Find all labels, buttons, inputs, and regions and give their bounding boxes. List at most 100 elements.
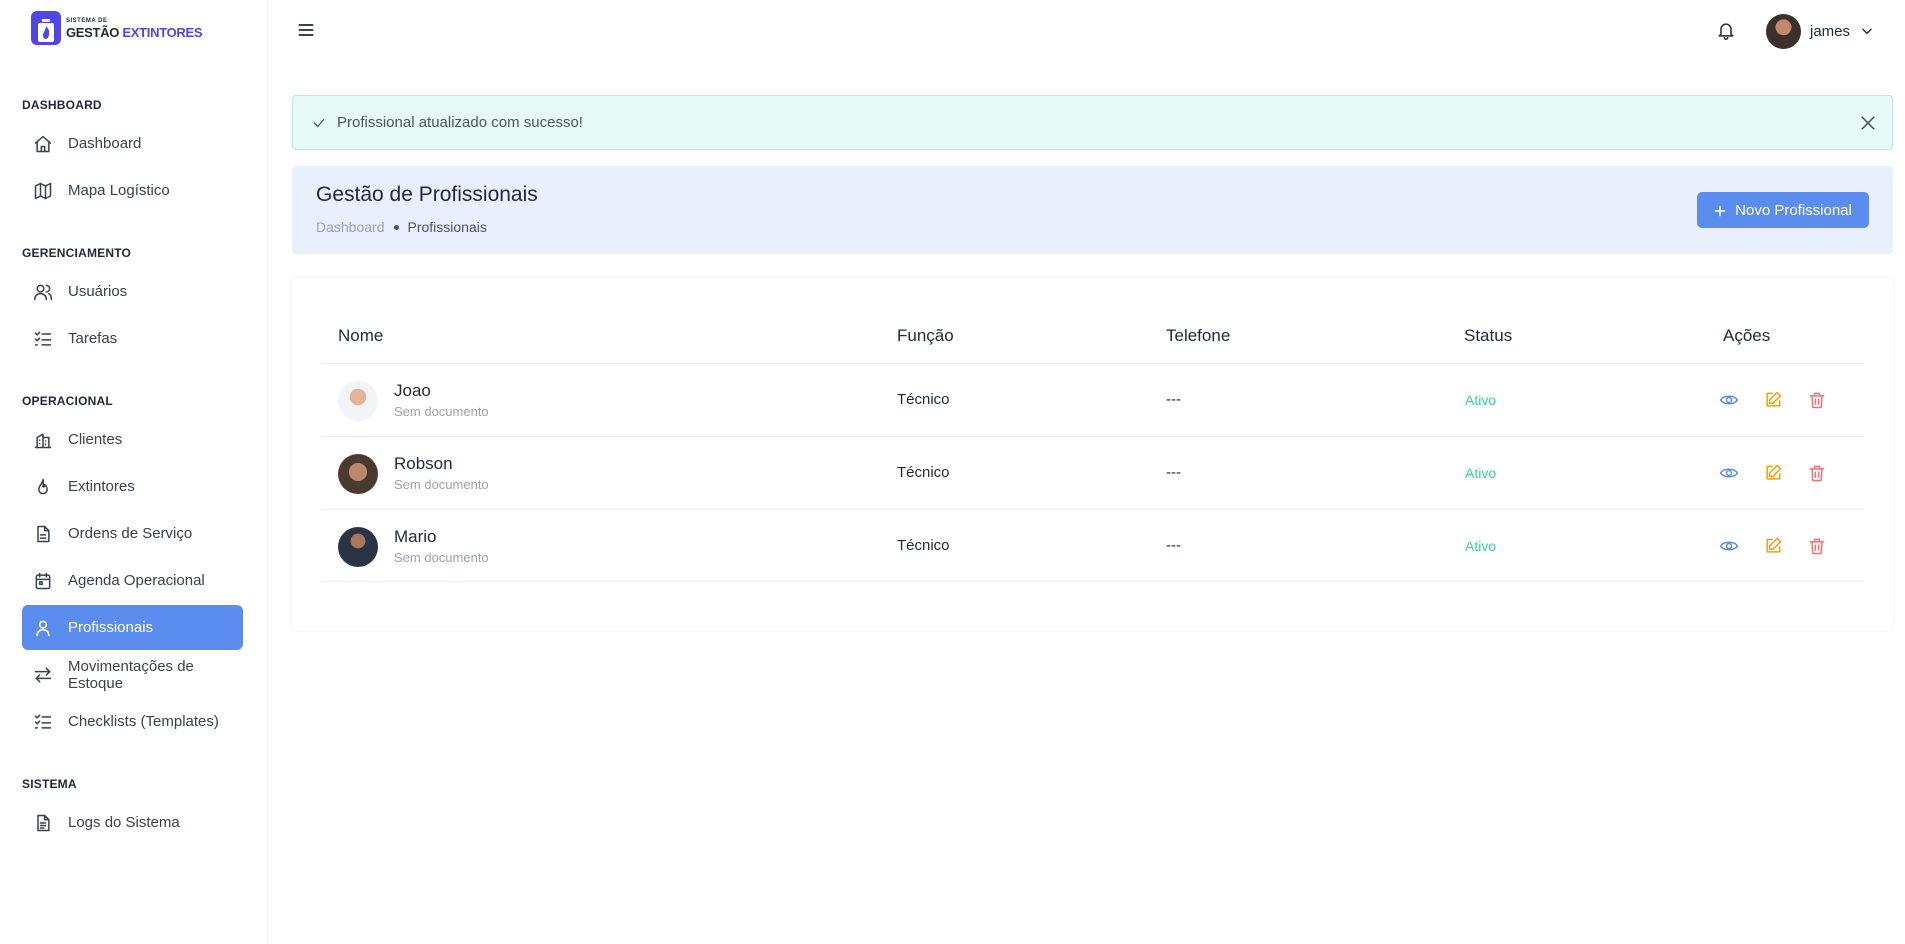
breadcrumb-separator (393, 224, 399, 230)
sidebar-item-label: Extintores (68, 478, 135, 495)
column-header-nome: Nome (338, 326, 384, 345)
delete-trash-icon[interactable] (1807, 536, 1827, 556)
breadcrumb-current: Profissionais (407, 219, 487, 235)
new-professional-label: Novo Profissional (1735, 201, 1852, 219)
page-header: Gestão de Profissionais Dashboard Profis… (292, 166, 1893, 254)
sidebar-item-label: Agenda Operacional (68, 572, 205, 589)
avatar (1766, 13, 1801, 49)
table-row: Robson Sem documento Técnico --- Ativo (321, 436, 1864, 509)
new-professional-button[interactable]: Novo Profissional (1697, 192, 1869, 228)
sidebar-item-label: Dashboard (68, 135, 142, 152)
sidebar-item-usuarios[interactable]: Usuários (22, 269, 243, 314)
sidebar-item-profissionais[interactable]: Profissionais (22, 605, 243, 650)
delete-trash-icon[interactable] (1807, 463, 1827, 483)
sidebar: SISTEMA DE GESTÃO EXTINTORES DASHBOARD D… (0, 0, 268, 944)
view-eye-icon[interactable] (1719, 390, 1739, 410)
arrows-icon (33, 665, 53, 685)
column-header-status: Status (1464, 326, 1513, 345)
table-row: Joao Sem documento Técnico --- Ativo (321, 363, 1864, 436)
menu-toggle-icon[interactable] (296, 20, 316, 40)
user-icon (33, 618, 53, 638)
avatar (338, 527, 378, 567)
sidebar-item-clientes[interactable]: Clientes (22, 417, 243, 462)
section-sistema: SISTEMA (22, 777, 77, 791)
list-check-icon (33, 329, 53, 349)
view-eye-icon[interactable] (1719, 536, 1739, 556)
sidebar-item-mapa-logistico[interactable]: Mapa Logístico (22, 168, 243, 213)
professional-name: Mario (394, 527, 437, 546)
column-header-telefone: Telefone (1166, 326, 1231, 345)
check-icon (312, 116, 326, 130)
chevron-down-icon (1860, 24, 1874, 38)
professional-name: Joao (394, 381, 431, 400)
brand-logo[interactable]: SISTEMA DE GESTÃO EXTINTORES (31, 11, 203, 45)
professionals-table: Nome Função Telefone Status Ações Joao S… (292, 278, 1893, 630)
sidebar-item-agenda-operacional[interactable]: Agenda Operacional (22, 558, 243, 603)
edit-pencil-icon[interactable] (1763, 463, 1783, 483)
professional-phone: --- (1166, 464, 1181, 481)
alert-message: Profissional atualizado com sucesso! (337, 114, 583, 131)
delete-trash-icon[interactable] (1807, 390, 1827, 410)
close-icon[interactable] (1858, 113, 1878, 133)
edit-pencil-icon[interactable] (1763, 536, 1783, 556)
sidebar-item-movimentacoes-de-estoque[interactable]: Movimentações de Estoque (22, 652, 243, 697)
flame-icon (33, 477, 53, 497)
avatar (338, 454, 378, 494)
edit-pencil-icon[interactable] (1763, 390, 1783, 410)
sidebar-item-label: Clientes (68, 431, 123, 448)
file-icon (33, 524, 53, 544)
home-icon (33, 134, 53, 154)
brand-main-b: EXTINTORES (122, 24, 203, 40)
professional-role: Técnico (897, 464, 950, 481)
professional-phone: --- (1166, 391, 1181, 408)
plus-icon (1714, 204, 1726, 217)
sidebar-item-label: Usuários (68, 283, 128, 300)
file-text-icon (33, 813, 53, 833)
notification-bell-icon[interactable] (1716, 20, 1736, 40)
user-name: james (1810, 22, 1851, 40)
table-row: Mario Sem documento Técnico --- Ativo (321, 509, 1864, 582)
sidebar-item-checklists[interactable]: Checklists (Templates) (22, 699, 243, 744)
status-badge: Ativo (1465, 392, 1497, 408)
sidebar-item-label: Logs do Sistema (68, 814, 180, 831)
sidebar-item-extintores[interactable]: Extintores (22, 464, 243, 509)
status-badge: Ativo (1465, 465, 1497, 481)
avatar (338, 381, 378, 421)
sidebar-item-logs-do-sistema[interactable]: Logs do Sistema (22, 800, 243, 845)
sidebar-item-label: Checklists (Templates) (68, 713, 219, 730)
brand-small-text: SISTEMA DE (66, 17, 108, 24)
success-alert: Profissional atualizado com sucesso! (292, 95, 1893, 150)
status-badge: Ativo (1465, 538, 1497, 554)
breadcrumb: Dashboard Profissionais (316, 219, 487, 235)
professional-role: Técnico (897, 391, 950, 408)
view-eye-icon[interactable] (1719, 463, 1739, 483)
map-icon (33, 181, 53, 201)
users-icon (33, 282, 53, 302)
sidebar-item-ordens-de-servico[interactable]: Ordens de Serviço (22, 511, 243, 556)
sidebar-item-dashboard[interactable]: Dashboard (22, 121, 243, 166)
section-gerenciamento: GERENCIAMENTO (22, 246, 132, 260)
professional-phone: --- (1166, 537, 1181, 554)
professional-name: Robson (394, 454, 453, 473)
professional-role: Técnico (897, 537, 950, 554)
breadcrumb-dashboard-link[interactable]: Dashboard (316, 219, 385, 235)
brand-main-a: GESTÃO (66, 24, 120, 40)
section-dashboard: DASHBOARD (22, 98, 102, 112)
sidebar-item-tarefas[interactable]: Tarefas (22, 316, 243, 361)
page-title: Gestão de Profissionais (316, 183, 538, 206)
professional-document: Sem documento (394, 477, 489, 492)
list-check-icon (33, 712, 53, 732)
sidebar-item-label: Tarefas (68, 330, 118, 347)
column-header-funcao: Função (897, 326, 954, 345)
sidebar-item-label: Movimentações de Estoque (68, 657, 194, 692)
user-menu[interactable]: james (1766, 13, 1874, 49)
section-operacional: OPERACIONAL (22, 394, 113, 408)
sidebar-item-label: Mapa Logístico (68, 182, 170, 199)
sidebar-item-label: Ordens de Serviço (68, 525, 193, 542)
calendar-icon (33, 571, 53, 591)
extinguisher-logo-icon (31, 11, 61, 45)
sidebar-item-label: Profissionais (68, 619, 154, 636)
building-icon (33, 430, 53, 450)
professional-document: Sem documento (394, 550, 489, 565)
column-header-acoes: Ações (1723, 326, 1771, 345)
